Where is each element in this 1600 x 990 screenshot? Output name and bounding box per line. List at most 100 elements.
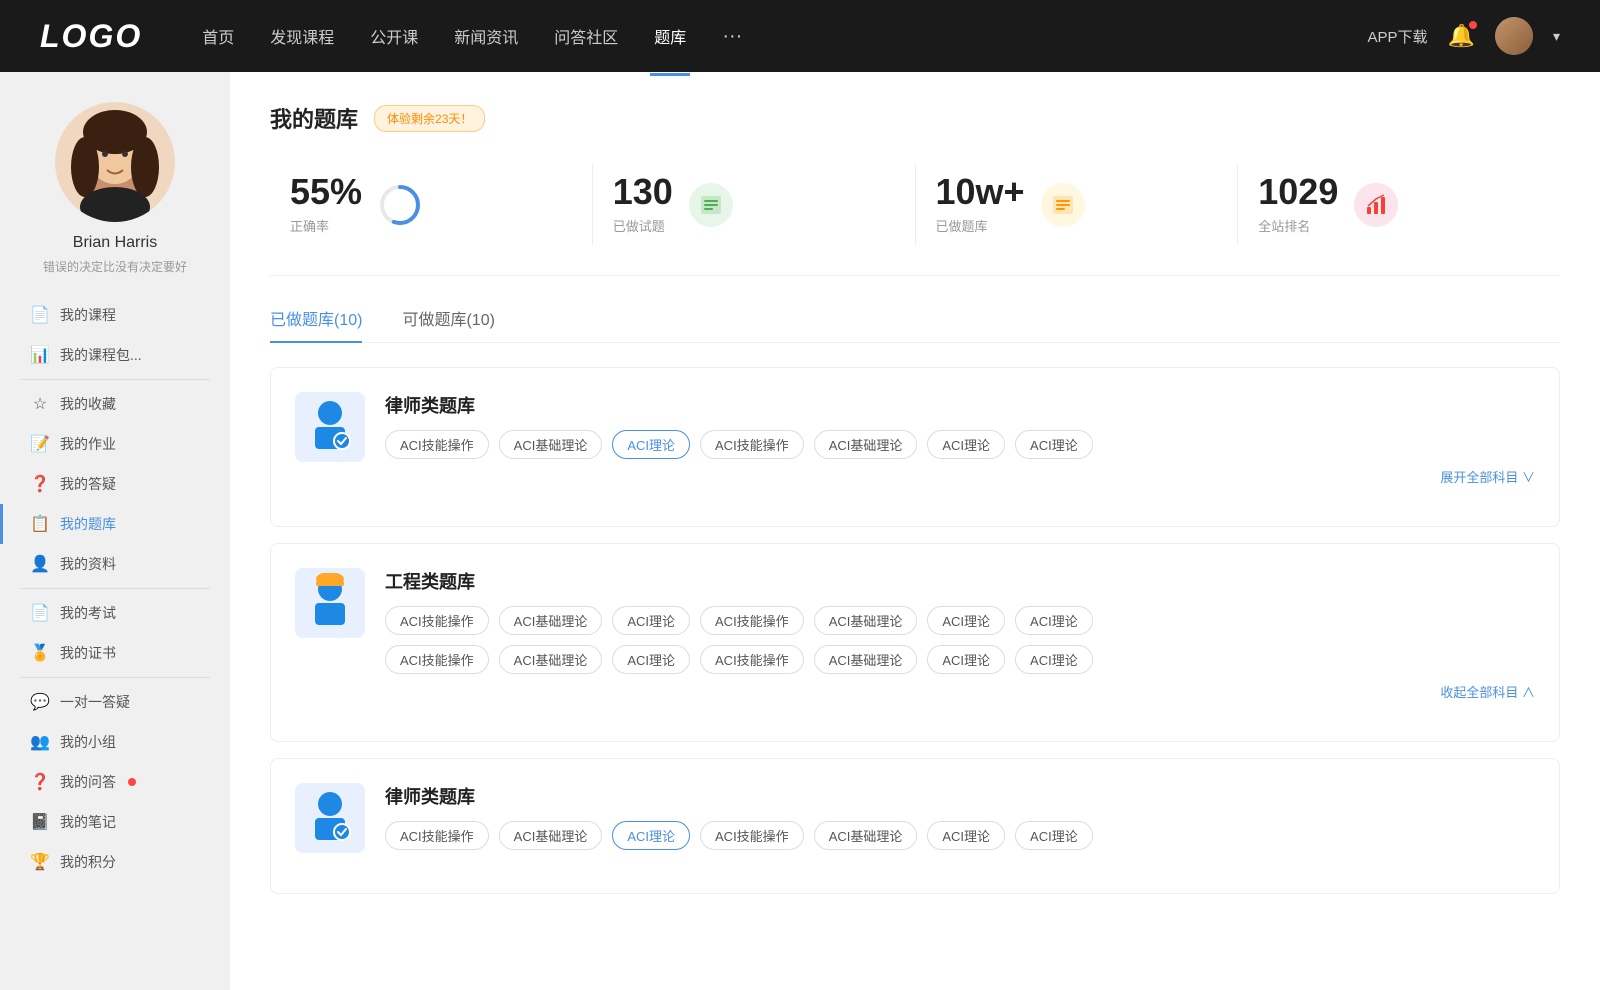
accuracy-pie-chart [378, 183, 422, 227]
user-motto: 错误的决定比没有决定要好 [23, 258, 207, 275]
sidebar-item-1on1[interactable]: 💬 一对一答疑 [0, 682, 230, 722]
stat-accuracy-text: 55% 正确率 [290, 174, 362, 235]
done-banks-icon [1041, 183, 1085, 227]
tag-1-3[interactable]: ACI理论 [612, 430, 690, 459]
sidebar-item-profile[interactable]: 👤 我的资料 [0, 544, 230, 584]
stats-row: 55% 正确率 130 已做试题 [270, 164, 1560, 276]
tag-1-5[interactable]: ACI基础理论 [814, 430, 918, 459]
sidebar-label-favorites: 我的收藏 [60, 394, 116, 414]
expand-link-1[interactable]: 展开全部科目 ∨ [385, 467, 1535, 486]
tag-2r-3[interactable]: ACI理论 [612, 645, 690, 674]
tag-2r-5[interactable]: ACI基础理论 [814, 645, 918, 674]
notification-bell[interactable]: 🔔 [1448, 23, 1475, 49]
avatar-svg [55, 102, 175, 222]
tag-2-4[interactable]: ACI技能操作 [700, 606, 804, 635]
tag-3-7[interactable]: ACI理论 [1015, 821, 1093, 850]
sidebar-label-group: 我的小组 [60, 732, 116, 752]
bell-dot [1469, 21, 1477, 29]
tag-3-4[interactable]: ACI技能操作 [700, 821, 804, 850]
stat-done-banks-text: 10w+ 已做题库 [936, 174, 1025, 235]
tab-available[interactable]: 可做题库(10) [402, 306, 494, 342]
divider-1 [20, 379, 210, 380]
app-download-button[interactable]: APP下载 [1368, 26, 1428, 47]
navbar: LOGO 首页 发现课程 公开课 新闻资讯 问答社区 题库 ··· APP下载 … [0, 0, 1600, 72]
qbank-card-1: 律师类题库 ACI技能操作 ACI基础理论 ACI理论 ACI技能操作 ACI基… [270, 367, 1560, 527]
nav-item-qa[interactable]: 问答社区 [554, 20, 618, 52]
qbank-info-2: 工程类题库 ACI技能操作 ACI基础理论 ACI理论 ACI技能操作 ACI基… [385, 568, 1535, 701]
stat-accuracy-label: 正确率 [290, 216, 362, 235]
tabs-row: 已做题库(10) 可做题库(10) [270, 306, 1560, 343]
sidebar-item-exam[interactable]: 📄 我的考试 [0, 593, 230, 633]
tag-3-3[interactable]: ACI理论 [612, 821, 690, 850]
tag-3-1[interactable]: ACI技能操作 [385, 821, 489, 850]
tag-2r-2[interactable]: ACI基础理论 [499, 645, 603, 674]
tag-1-6[interactable]: ACI理论 [927, 430, 1005, 459]
sidebar-item-qbank[interactable]: 📋 我的题库 [0, 504, 230, 544]
tag-2-3[interactable]: ACI理论 [612, 606, 690, 635]
qbank-card-3: 律师类题库 ACI技能操作 ACI基础理论 ACI理论 ACI技能操作 ACI基… [270, 758, 1560, 894]
stat-rank-label: 全站排名 [1258, 216, 1338, 235]
sidebar-item-homework[interactable]: 📝 我的作业 [0, 424, 230, 464]
stat-rank-value: 1029 [1258, 174, 1338, 210]
tag-1-7[interactable]: ACI理论 [1015, 430, 1093, 459]
tag-3-6[interactable]: ACI理论 [927, 821, 1005, 850]
sidebar-label-course-package: 我的课程包... [60, 345, 142, 365]
tag-1-2[interactable]: ACI基础理论 [499, 430, 603, 459]
tag-1-4[interactable]: ACI技能操作 [700, 430, 804, 459]
tag-3-2[interactable]: ACI基础理论 [499, 821, 603, 850]
collapse-link-2[interactable]: 收起全部科目 ∧ [385, 682, 1535, 701]
tag-2-2[interactable]: ACI基础理论 [499, 606, 603, 635]
tag-2r-6[interactable]: ACI理论 [927, 645, 1005, 674]
sidebar-item-questions[interactable]: ❓ 我的问答 [0, 762, 230, 802]
tag-3-5[interactable]: ACI基础理论 [814, 821, 918, 850]
main-content: 我的题库 体验剩余23天！ 55% 正确率 [230, 72, 1600, 990]
nav-item-qbank[interactable]: 题库 [654, 20, 686, 52]
sidebar-label-notes: 我的笔记 [60, 812, 116, 832]
user-name: Brian Harris [73, 234, 157, 252]
nav-item-home[interactable]: 首页 [202, 20, 234, 52]
sidebar-label-1on1: 一对一答疑 [60, 692, 130, 712]
tag-2-7[interactable]: ACI理论 [1015, 606, 1093, 635]
stat-done-questions-label: 已做试题 [613, 216, 673, 235]
stat-rank-text: 1029 全站排名 [1258, 174, 1338, 235]
group-icon: 👥 [30, 732, 50, 752]
nav-item-open-course[interactable]: 公开课 [370, 20, 418, 52]
qbank-icon: 📋 [30, 514, 50, 534]
sidebar-item-course-package[interactable]: 📊 我的课程包... [0, 335, 230, 375]
nav-item-discover[interactable]: 发现课程 [270, 20, 334, 52]
qbank-name-3: 律师类题库 [385, 783, 1535, 809]
trial-badge: 体验剩余23天！ [374, 105, 485, 132]
sidebar-item-my-qa[interactable]: ❓ 我的答疑 [0, 464, 230, 504]
user-avatar-nav[interactable] [1495, 17, 1533, 55]
tag-2r-7[interactable]: ACI理论 [1015, 645, 1093, 674]
tab-done[interactable]: 已做题库(10) [270, 306, 362, 342]
tag-1-1[interactable]: ACI技能操作 [385, 430, 489, 459]
sidebar-item-my-course[interactable]: 📄 我的课程 [0, 295, 230, 335]
sidebar-label-qbank: 我的题库 [60, 514, 116, 534]
tag-2-6[interactable]: ACI理论 [927, 606, 1005, 635]
sidebar-item-notes[interactable]: 📓 我的笔记 [0, 802, 230, 842]
sidebar-item-certificate[interactable]: 🏅 我的证书 [0, 633, 230, 673]
tags-row-2a: ACI技能操作 ACI基础理论 ACI理论 ACI技能操作 ACI基础理论 AC… [385, 606, 1535, 635]
sidebar-item-group[interactable]: 👥 我的小组 [0, 722, 230, 762]
stat-done-banks-label: 已做题库 [936, 216, 1025, 235]
tag-2r-1[interactable]: ACI技能操作 [385, 645, 489, 674]
stat-done-banks-value: 10w+ [936, 174, 1025, 210]
tag-2-5[interactable]: ACI基础理论 [814, 606, 918, 635]
tag-2-1[interactable]: ACI技能操作 [385, 606, 489, 635]
stat-done-questions-text: 130 已做试题 [613, 174, 673, 235]
sidebar-item-points[interactable]: 🏆 我的积分 [0, 842, 230, 882]
nav-item-news[interactable]: 新闻资讯 [454, 20, 518, 52]
stat-done-questions: 130 已做试题 [593, 164, 916, 245]
sidebar-label-questions: 我的问答 [60, 772, 116, 792]
done-questions-icon [689, 183, 733, 227]
nav-item-more[interactable]: ··· [722, 21, 742, 52]
user-dropdown-arrow[interactable]: ▾ [1553, 28, 1560, 45]
tag-2r-4[interactable]: ACI技能操作 [700, 645, 804, 674]
qbank-header-1: 律师类题库 ACI技能操作 ACI基础理论 ACI理论 ACI技能操作 ACI基… [295, 392, 1535, 486]
sidebar-item-favorites[interactable]: ☆ 我的收藏 [0, 384, 230, 424]
page-header: 我的题库 体验剩余23天！ [270, 102, 1560, 134]
sidebar-label-points: 我的积分 [60, 852, 116, 872]
qbank-icon-lawyer-3 [295, 783, 365, 853]
avatar-image [1495, 17, 1533, 55]
